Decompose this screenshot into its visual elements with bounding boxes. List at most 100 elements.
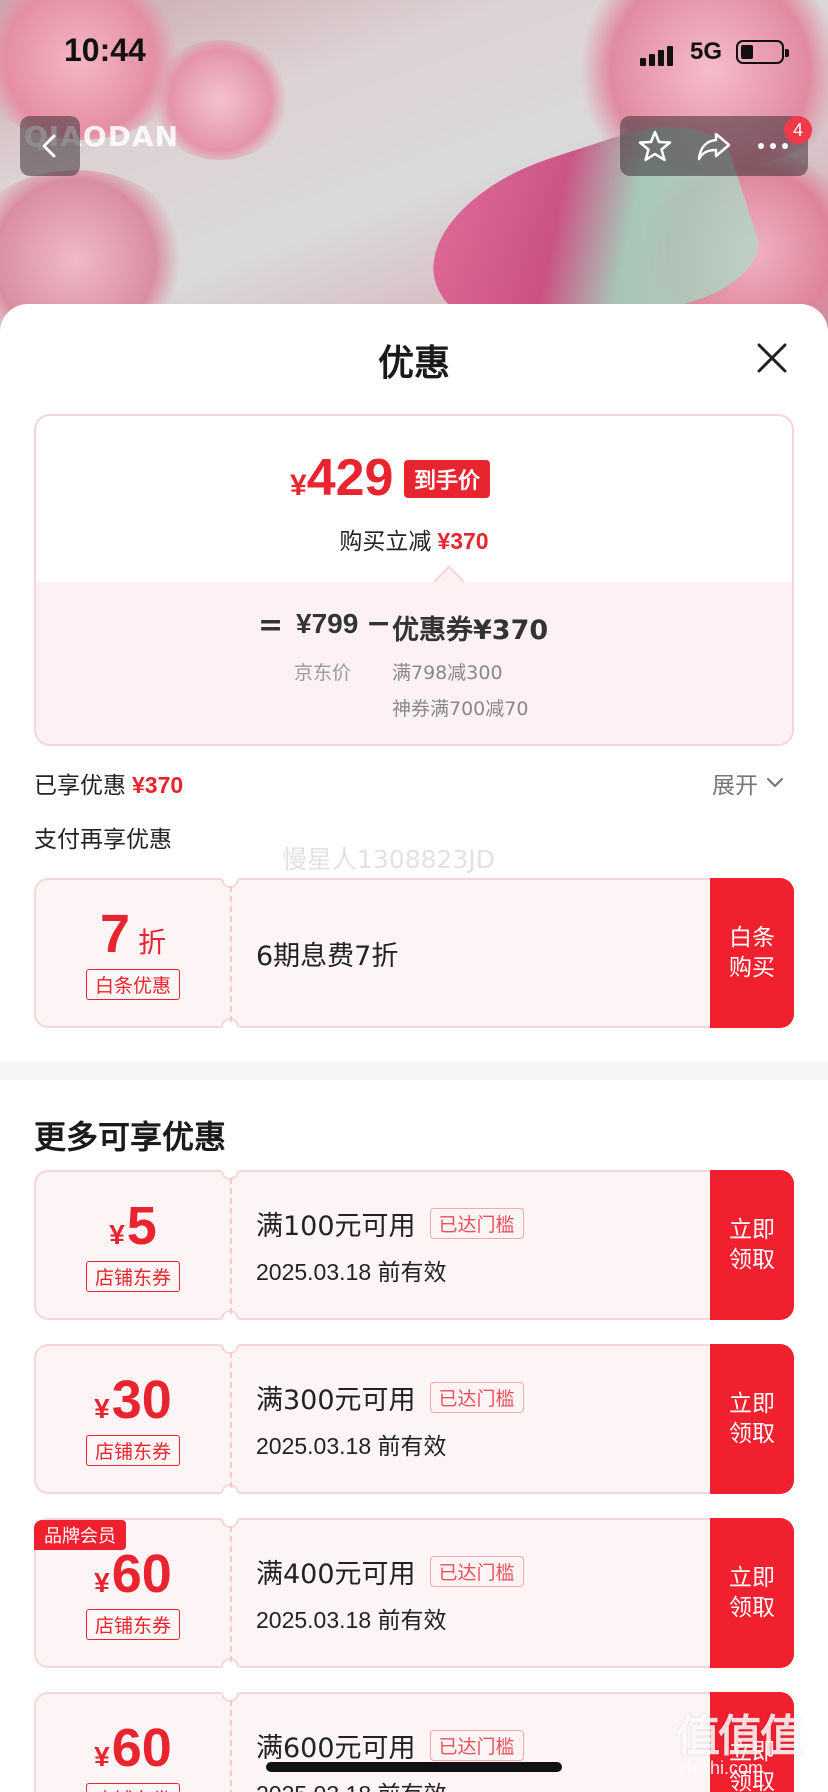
coupon-amount: ¥60 <box>94 1721 172 1775</box>
coupon-condition-row: 满600元可用 已达门槛 <box>256 1726 636 1765</box>
coupon-info: 满600元可用 已达门槛 2025.03.18 前有效 <box>256 1694 636 1792</box>
coupon-left: ¥30 店铺东券 <box>36 1346 230 1492</box>
price-calculation: = ¥799 − 优惠券¥370 京东价 满798减300 神券满700减70 <box>36 582 792 744</box>
coupon-left: ¥5 店铺东券 <box>36 1172 230 1318</box>
coupon-condition-row: 满100元可用 已达门槛 <box>256 1204 636 1243</box>
coupon-card: ¥5 店铺东券 满100元可用 已达门槛 2025.03.18 前有效 立即领取 <box>34 1158 794 1332</box>
close-icon <box>757 343 787 373</box>
chevron-left-icon <box>42 134 56 158</box>
coupon-validity: 2025.03.18 前有效 <box>256 1258 447 1285</box>
instant-reduce-amount: ¥370 <box>437 528 489 554</box>
coupon-condition: 满100元可用 <box>256 1210 416 1242</box>
final-price-value: 429 <box>306 449 394 507</box>
coupon-card: ¥60 店铺东券 满400元可用 已达门槛 2025.03.18 前有效 立即领… <box>34 1506 794 1680</box>
threshold-met-badge: 已达门槛 <box>429 1381 524 1413</box>
user-watermark: 慢星人1308823JD <box>282 845 495 874</box>
coupon-total: 优惠券¥370 <box>392 615 549 646</box>
coupon-info: 满300元可用 已达门槛 2025.03.18 前有效 <box>256 1346 636 1492</box>
coupon-type: 店铺东券 <box>85 1782 180 1792</box>
instant-reduce-label: 购买立减 <box>339 529 432 555</box>
claim-coupon-button[interactable]: 立即领取 <box>710 1344 794 1494</box>
coupon-amount: ¥30 <box>94 1373 172 1427</box>
claim-coupon-button[interactable]: 立即领取 <box>710 1170 794 1320</box>
baitiao-desc: 6期息费7折 <box>256 940 399 972</box>
site-watermark-url: zhizhi.com <box>678 1758 764 1778</box>
enjoyed-discount: 已享优惠 ¥370 <box>34 766 183 800</box>
threshold-met-badge: 已达门槛 <box>429 1555 524 1587</box>
threshold-met-badge: 已达门槛 <box>429 1729 524 1761</box>
battery-icon <box>736 40 789 64</box>
coupon-left: ¥60 店铺东券 <box>36 1694 230 1792</box>
expand-button[interactable]: 展开 <box>712 766 784 800</box>
coupon-currency: ¥ <box>94 1392 110 1424</box>
price-breakdown-card: ¥429 到手价 购买立减 ¥370 = ¥799 − 优惠券¥370 京东价 满… <box>34 414 794 746</box>
enjoyed-amount: ¥370 <box>132 772 184 798</box>
coupon-currency: ¥ <box>94 1740 110 1772</box>
more-dots-icon <box>757 143 788 149</box>
coupon-amount: ¥60 <box>94 1547 172 1601</box>
coupon-card: ¥30 店铺东券 满300元可用 已达门槛 2025.03.18 前有效 立即领… <box>34 1332 794 1506</box>
brand-member-tag: 品牌会员 <box>34 1520 126 1550</box>
claim-coupon-button[interactable]: 立即领取 <box>710 1518 794 1668</box>
home-indicator[interactable] <box>266 1762 562 1772</box>
close-button[interactable] <box>754 340 790 376</box>
coupon-detail: 满798减300 <box>392 662 503 684</box>
coupon-type: 店铺东券 <box>85 1434 180 1466</box>
coupon-condition: 满400元可用 <box>256 1558 416 1590</box>
coupon-divider <box>230 886 232 1022</box>
coupon-divider <box>230 1352 232 1488</box>
signal-icon <box>640 44 676 66</box>
jd-price-label: 京东价 <box>294 662 352 684</box>
enjoyed-label: 已享优惠 <box>34 773 126 799</box>
coupon-amount-value: 60 <box>111 1717 172 1778</box>
calc-equals: = <box>258 608 284 643</box>
baitiao-left: 7折 白条优惠 <box>36 880 230 1026</box>
coupon-validity: 2025.03.18 前有效 <box>256 1432 447 1459</box>
baitiao-info: 6期息费7折 <box>256 880 636 1026</box>
coupon-amount-value: 60 <box>111 1543 172 1604</box>
favorite-button[interactable] <box>630 121 680 171</box>
coupon-validity: 2025.03.18 前有效 <box>256 1606 447 1633</box>
coupon-currency: ¥ <box>94 1566 110 1598</box>
message-badge: 4 <box>784 116 812 144</box>
sheet-title: 优惠 <box>377 343 450 384</box>
share-icon <box>697 132 731 161</box>
site-watermark: 值值值 <box>676 1711 804 1762</box>
back-button[interactable] <box>20 116 80 176</box>
final-price-tag: 到手价 <box>404 460 491 498</box>
baitiao-buy-button[interactable]: 白条购买 <box>710 878 794 1028</box>
coupon-condition-row: 满400元可用 已达门槛 <box>256 1552 636 1591</box>
coupon-divider <box>230 1526 232 1662</box>
top-actions-group <box>620 116 808 176</box>
coupon-type: 店铺东券 <box>85 1260 180 1292</box>
baitiao-discount-unit: 折 <box>138 925 167 959</box>
coupon-amount-value: 5 <box>126 1195 157 1256</box>
coupon-condition-row: 满300元可用 已达门槛 <box>256 1378 636 1417</box>
star-icon <box>639 130 672 162</box>
section-divider <box>0 1062 828 1080</box>
final-price-currency: ¥ <box>290 469 307 502</box>
chevron-down-icon <box>766 777 784 788</box>
network-type: 5G <box>690 38 723 65</box>
coupon-divider <box>230 1700 232 1792</box>
final-price: ¥429 <box>290 448 393 508</box>
coupon-info: 满400元可用 已达门槛 2025.03.18 前有效 <box>256 1520 636 1666</box>
price-summary: ¥429 到手价 购买立减 ¥370 <box>36 416 792 582</box>
calc-minus: − <box>366 606 392 641</box>
expand-label: 展开 <box>712 773 758 799</box>
coupon-detail: 神券满700减70 <box>392 698 529 720</box>
pay-more-title: 支付再享优惠 <box>34 827 172 853</box>
coupon-info: 满100元可用 已达门槛 2025.03.18 前有效 <box>256 1172 636 1318</box>
share-button[interactable] <box>689 121 739 171</box>
coupon-condition: 满300元可用 <box>256 1384 416 1416</box>
discount-sheet: 优惠 ¥429 到手价 购买立减 ¥370 = ¥799 − 优惠券¥370 京东… <box>0 304 828 1792</box>
coupon-currency: ¥ <box>109 1218 125 1250</box>
jd-price: ¥799 <box>296 608 359 639</box>
threshold-met-badge: 已达门槛 <box>429 1207 524 1239</box>
more-offers-title: 更多可享优惠 <box>34 1118 227 1156</box>
coupon-type: 店铺东券 <box>85 1608 180 1640</box>
baitiao-offer: 7折 白条优惠 6期息费7折 白条购买 <box>34 866 794 1040</box>
coupon-amount-value: 30 <box>111 1369 172 1430</box>
baitiao-discount-value: 7 <box>99 903 131 964</box>
baitiao-discount: 7折 <box>100 907 166 961</box>
